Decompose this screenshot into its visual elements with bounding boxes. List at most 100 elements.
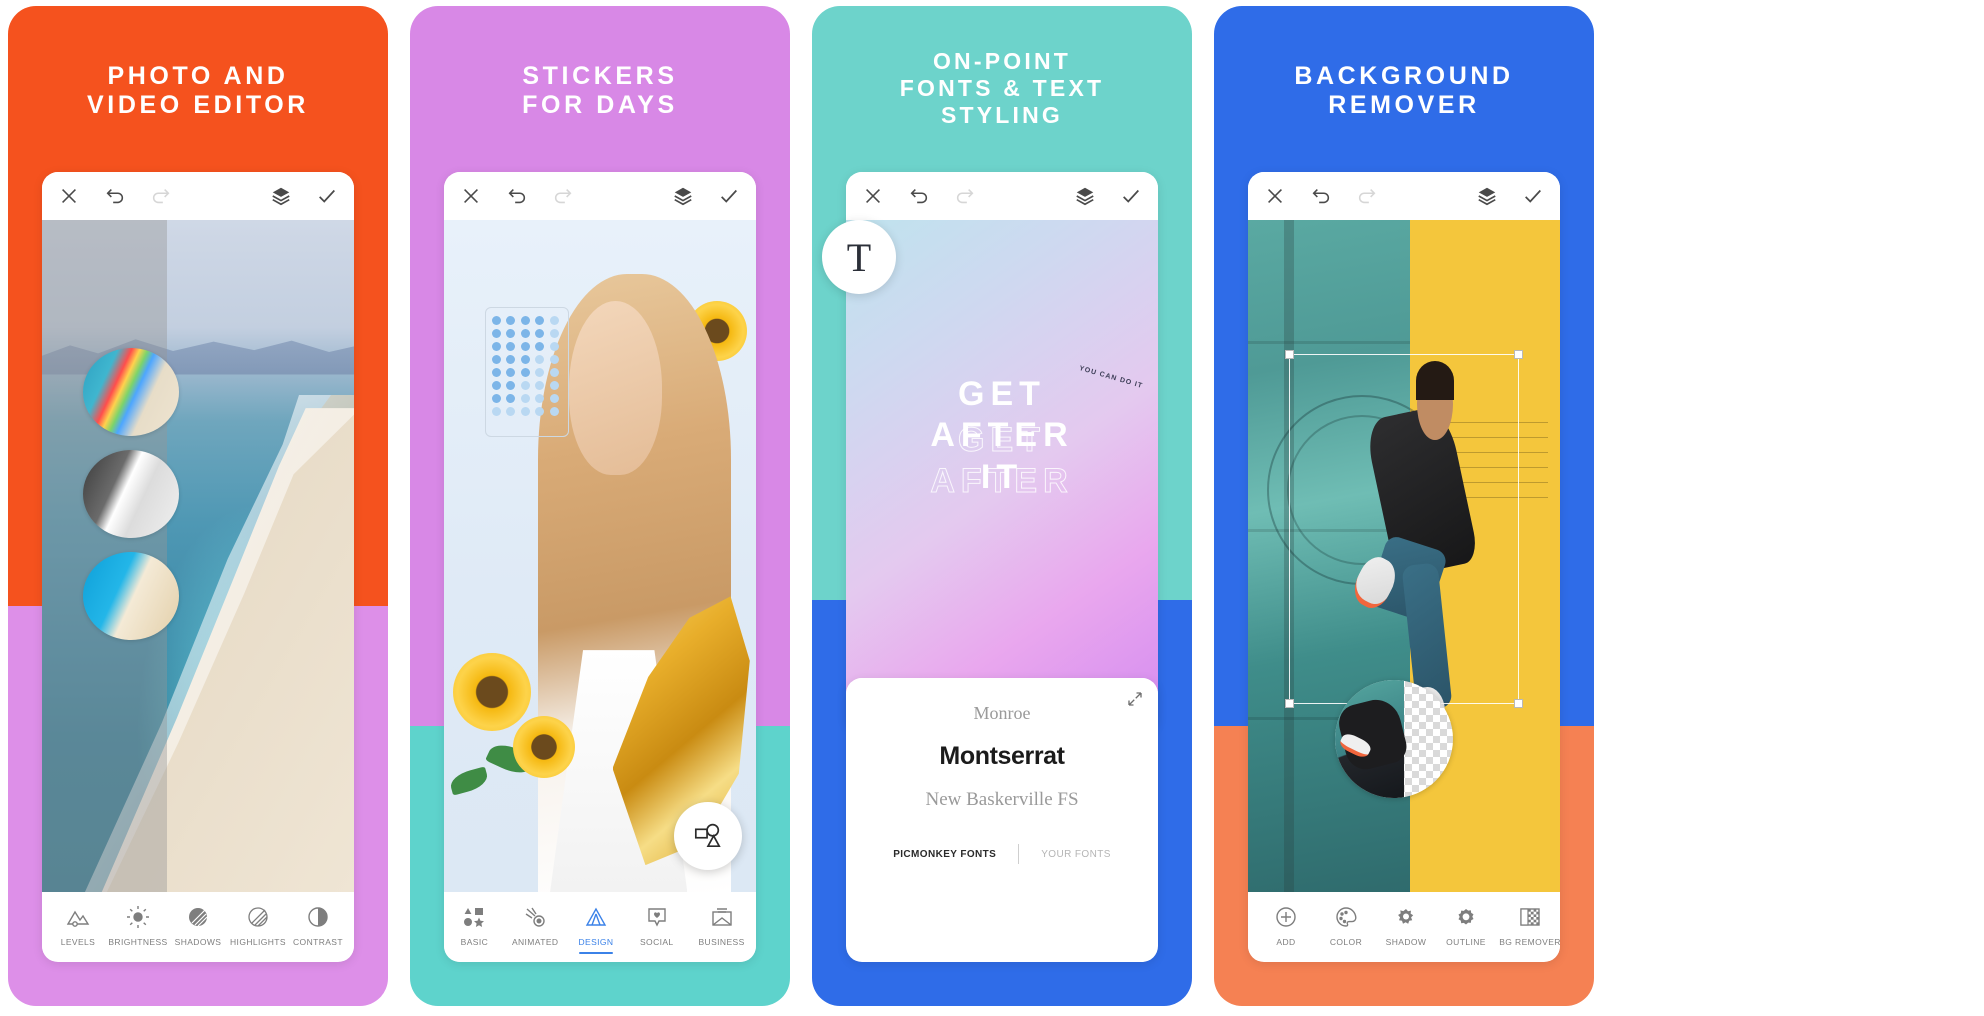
close-icon[interactable] — [460, 185, 482, 207]
tool-label: SHADOW — [1385, 937, 1427, 947]
panel-3-headline: ON-POINT FONTS & TEXT STYLING — [812, 48, 1192, 129]
tab-your-fonts[interactable]: YOUR FONTS — [1019, 849, 1133, 860]
layers-icon[interactable] — [672, 185, 694, 207]
tool-label: OUTLINE — [1446, 937, 1486, 947]
panel-2-headline: STICKERS FOR DAYS — [410, 62, 790, 121]
sunflower-sticker[interactable] — [512, 715, 575, 778]
tool-outline[interactable]: OUTLINE — [1436, 904, 1496, 947]
tool-highlights[interactable]: HIGHLIGHTS — [228, 904, 288, 947]
app-store-screenshot-gallery: PHOTO AND VIDEO EDITOR LEVELS BRIGHTNESS… — [0, 0, 1984, 1016]
filter-thumbnail[interactable] — [82, 347, 179, 436]
filter-preview-thumbnails[interactable] — [82, 347, 179, 654]
tool-label: BASIC — [460, 937, 489, 947]
check-icon[interactable] — [718, 185, 740, 207]
dot-pattern-sticker[interactable] — [484, 307, 569, 438]
tool-label: SHADOWS — [174, 937, 222, 947]
tool-color[interactable]: COLOR — [1316, 904, 1376, 947]
text-tool-label: T — [846, 234, 872, 280]
headline-line-2: REMOVER — [1328, 91, 1480, 120]
tool-shadow[interactable]: SHADOW — [1376, 904, 1436, 947]
font-list-item-selected[interactable]: Montserrat — [846, 733, 1158, 780]
check-icon[interactable] — [1522, 185, 1544, 207]
tool-label: BG REMOVER — [1499, 937, 1560, 947]
tool-business[interactable]: BUSINESS — [688, 904, 756, 947]
check-icon[interactable] — [316, 185, 338, 207]
font-list-panel: Monroe Montserrat New Baskerville FS PIC… — [846, 678, 1158, 882]
canvas-text[interactable]: GET AFTER IT — [846, 374, 1158, 498]
editor-topbar — [444, 172, 756, 220]
layers-icon[interactable] — [1074, 185, 1096, 207]
resize-handle[interactable] — [1284, 350, 1294, 360]
tool-shadows[interactable]: SHADOWS — [168, 904, 228, 947]
close-icon[interactable] — [862, 185, 884, 207]
panel-stickers-for-days: STICKERS FOR DAYS BASIC ANIMATED DESIGN … — [410, 6, 790, 1006]
filter-thumbnail[interactable] — [82, 449, 179, 538]
headline-line-1: BACKGROUND — [1294, 62, 1514, 90]
tool-animated[interactable]: ANIMATED — [505, 904, 565, 947]
headline-line-2: FOR DAYS — [522, 91, 678, 120]
expand-icon[interactable] — [1126, 690, 1144, 708]
editor-topbar — [1248, 172, 1560, 220]
editor-topbar — [846, 172, 1158, 220]
resize-handle[interactable] — [1514, 350, 1524, 360]
sticker-canvas[interactable] — [444, 220, 756, 892]
model-photo — [444, 220, 756, 892]
undo-icon[interactable] — [104, 185, 126, 207]
headline-line-2: FONTS & TEXT — [899, 74, 1105, 101]
shadow-icon — [1376, 904, 1436, 930]
font-list-item[interactable]: Monroe — [846, 694, 1158, 733]
layers-icon[interactable] — [270, 185, 292, 207]
active-tab-underline — [578, 952, 613, 954]
undo-icon[interactable] — [506, 185, 528, 207]
undo-icon[interactable] — [908, 185, 930, 207]
close-icon[interactable] — [58, 185, 80, 207]
undo-icon[interactable] — [1310, 185, 1332, 207]
panel-4-edit-toolbar[interactable]: ADD COLOR SHADOW OUTLINE BG REMOVER — [1248, 892, 1560, 961]
tool-levels[interactable]: LEVELS — [48, 904, 108, 947]
panel-2-phone-mockup: BASIC ANIMATED DESIGN SOCIAL BUSINESS — [444, 172, 756, 962]
panel-2-sticker-toolbar[interactable]: BASIC ANIMATED DESIGN SOCIAL BUSINESS — [444, 892, 756, 962]
font-name: New Baskerville FS — [925, 789, 1079, 810]
tool-add[interactable]: ADD — [1256, 904, 1316, 947]
tool-bg-remover[interactable]: BG REMOVER — [1496, 904, 1560, 947]
tool-design[interactable]: DESIGN — [566, 904, 626, 954]
tool-basic[interactable]: BASIC — [444, 904, 504, 947]
panel-1-phone-mockup: LEVELS BRIGHTNESS SHADOWS HIGHLIGHTS CON… — [42, 172, 354, 962]
headline-line-2: VIDEO EDITOR — [87, 91, 309, 120]
resize-handle[interactable] — [1284, 698, 1294, 708]
add-sticker-button[interactable] — [674, 802, 742, 870]
tool-clarity[interactable]: CLARITY — [348, 904, 354, 947]
layers-icon[interactable] — [1476, 185, 1498, 207]
panel-1-edit-toolbar[interactable]: LEVELS BRIGHTNESS SHADOWS HIGHLIGHTS CON… — [42, 892, 354, 961]
clarity-icon — [348, 904, 354, 930]
tool-label: ANIMATED — [511, 937, 559, 947]
tool-label: BUSINESS — [698, 937, 745, 947]
redo-icon — [1356, 185, 1378, 207]
plus-circle-icon — [1256, 904, 1316, 930]
shadows-icon — [168, 904, 228, 930]
resize-handle[interactable] — [1514, 698, 1524, 708]
text-tool-button[interactable]: T — [822, 220, 896, 294]
font-source-tabs[interactable]: PICMONKEY FONTS YOUR FONTS — [846, 820, 1158, 882]
tool-contrast[interactable]: CONTRAST — [288, 904, 348, 947]
font-list-item[interactable]: New Baskerville FS — [846, 780, 1158, 820]
tab-picmonkey-fonts[interactable]: PICMONKEY FONTS — [871, 849, 1018, 860]
levels-icon — [48, 904, 108, 930]
redo-icon — [150, 185, 172, 207]
redo-icon — [954, 185, 976, 207]
bg-remover-canvas[interactable] — [1248, 220, 1560, 892]
photo-canvas[interactable] — [42, 220, 354, 892]
tool-social[interactable]: SOCIAL — [627, 904, 687, 947]
tool-brightness[interactable]: BRIGHTNESS — [108, 904, 168, 947]
filter-thumbnail[interactable] — [82, 551, 179, 640]
text-canvas[interactable]: GET AFTER GET AFTER IT YOU CAN DO IT — [846, 220, 1158, 732]
panel-4-headline: BACKGROUND REMOVER — [1214, 62, 1594, 121]
tool-label: CLARITY — [348, 937, 354, 947]
sunflower-sticker[interactable] — [453, 652, 532, 731]
model-face — [568, 300, 663, 476]
panel-1-headline: PHOTO AND VIDEO EDITOR — [8, 62, 388, 121]
outline-icon — [1436, 904, 1496, 930]
check-icon[interactable] — [1120, 185, 1142, 207]
close-icon[interactable] — [1264, 185, 1286, 207]
selection-box[interactable] — [1284, 350, 1524, 708]
